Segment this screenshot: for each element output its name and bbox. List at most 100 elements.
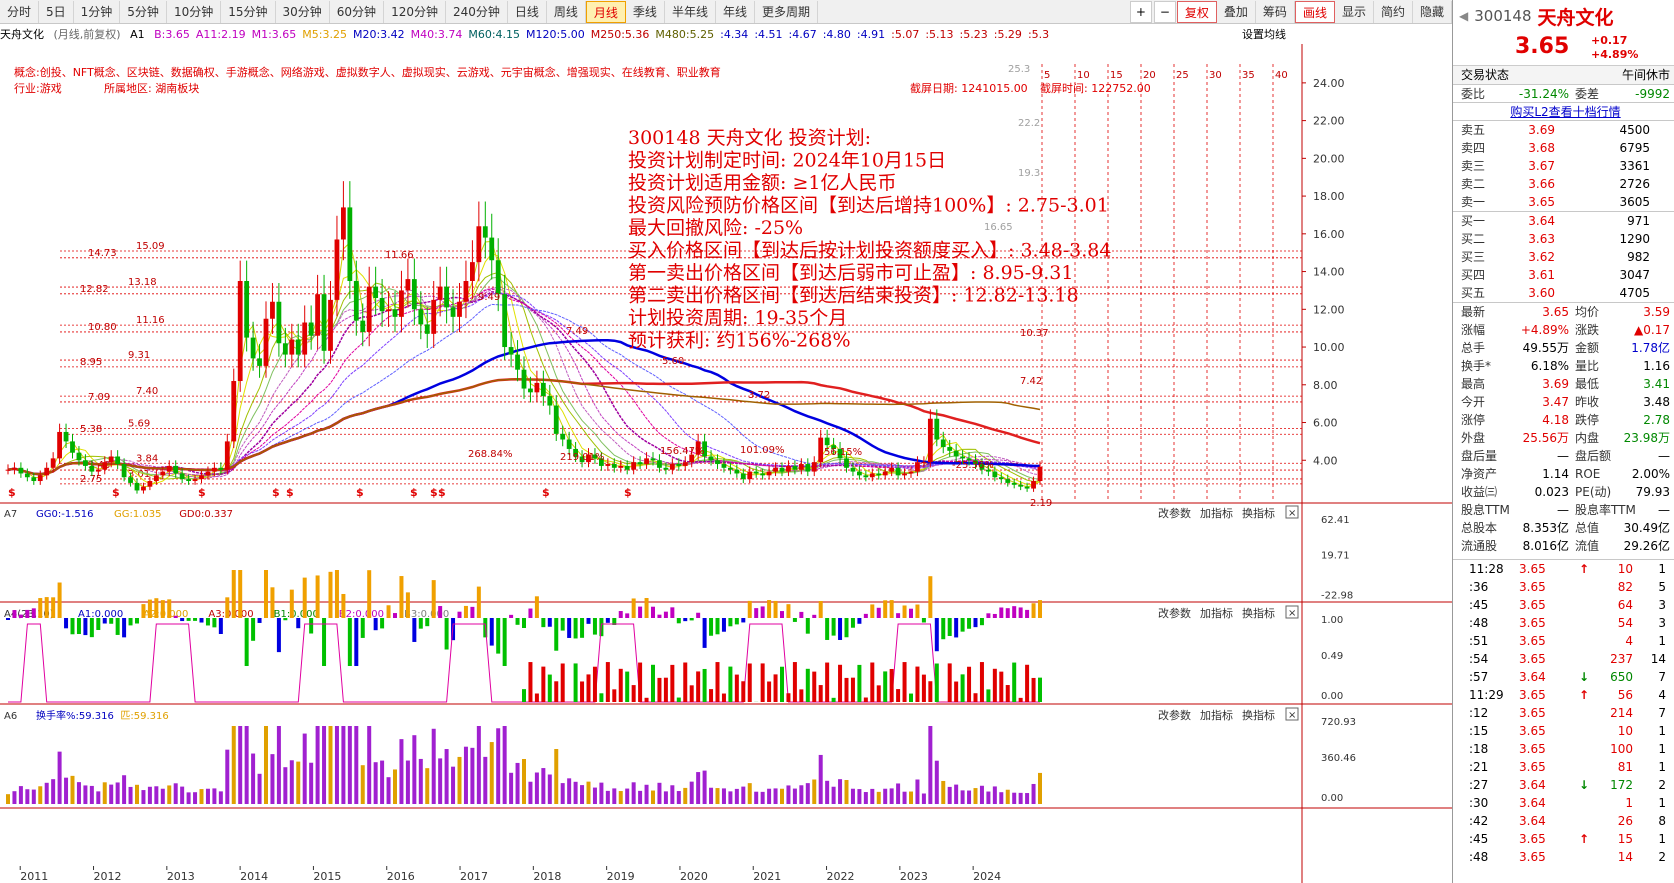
period-tab-15[interactable]: 年线 (716, 0, 755, 23)
candle-body (250, 337, 256, 359)
candle-body (1024, 486, 1030, 489)
subpanel-button: 加指标 (1200, 708, 1233, 722)
asks-label: 卖五 (1461, 123, 1486, 137)
tick-qty: 100 (1610, 742, 1633, 756)
a4-bar (850, 677, 855, 702)
tick-count: 4 (1658, 688, 1666, 702)
quote-panel: ◀ 300148 天舟文化 3.65 +0.17 +4.89% 交易状态 午间休… (1452, 0, 1674, 883)
a6-bar (1025, 793, 1030, 804)
period-tab-8[interactable]: 120分钟 (384, 0, 446, 23)
period-tab-0[interactable]: 分时 (0, 0, 40, 23)
a6-bar (870, 788, 875, 804)
fib-label: 30 (1209, 70, 1222, 81)
period-tab-5[interactable]: 15分钟 (221, 0, 276, 23)
period-tab-16[interactable]: 更多周期 (755, 0, 818, 23)
toolbar-btn-2[interactable]: 筹码 (1256, 0, 1295, 23)
plan-line: 最大回撤风险: -25% (628, 217, 803, 239)
price-line-label: 8.95 (80, 357, 102, 368)
period-tab-13[interactable]: 季线 (626, 0, 665, 23)
series-label: 匹:59.316 (120, 711, 168, 722)
a6-bar (696, 772, 701, 804)
period-tab-1[interactable]: 5日 (39, 0, 74, 23)
a6-bar (154, 786, 159, 804)
toolbar-btn-5[interactable]: 简约 (1374, 0, 1413, 23)
stat-value-2: — (1658, 449, 1670, 463)
period-tab-10[interactable]: 日线 (508, 0, 547, 23)
tick-time: :57 (1469, 670, 1489, 684)
candle-body (869, 473, 875, 478)
period-tab-4[interactable]: 10分钟 (167, 0, 222, 23)
candle-body (508, 347, 514, 355)
a6-bar (683, 787, 688, 804)
candle-body (147, 481, 153, 487)
toolbar-btn-6[interactable]: 隐藏 (1413, 0, 1452, 23)
a6-bar (586, 781, 591, 804)
zoom-out-icon[interactable]: − (1153, 0, 1176, 23)
a6-bar (96, 791, 101, 804)
candle-body (470, 262, 475, 281)
stat-row: 换手* 6.18% 量比 1.16 (1453, 357, 1674, 375)
a4-bar (896, 689, 901, 702)
candle-body (1031, 481, 1036, 489)
a6-bar (470, 747, 475, 804)
a7-bar (334, 570, 339, 618)
x-tick-label: 2017 (460, 870, 488, 883)
price-line-label: 3.84 (136, 453, 158, 464)
sub-y-tick: 0.00 (1321, 793, 1343, 804)
a4-bar (999, 671, 1004, 702)
a4-bar (928, 681, 933, 702)
a6-bar (405, 760, 410, 804)
a6-bar (38, 786, 43, 804)
period-tab-11[interactable]: 周线 (547, 0, 586, 23)
price-line-label: 12.82 (80, 284, 109, 295)
bids-row: 买四 3.61 3047 (1453, 266, 1674, 284)
bids-price: 3.62 (1528, 250, 1555, 264)
a7-bar (147, 599, 152, 618)
plan-line: 第一卖出价格区间【到达后弱市可止盈】: 8.95-9.31 (628, 262, 1073, 284)
chart-annotation: 3.72 (748, 390, 770, 401)
period-tab-14[interactable]: 半年线 (665, 0, 716, 23)
asks-row: 卖四 3.68 6795 (1453, 139, 1674, 157)
indicator-name[interactable]: A1 (130, 28, 145, 41)
ma-value: A11:2.19 (195, 28, 246, 41)
period-tab-2[interactable]: 1分钟 (74, 0, 121, 23)
y-tick-label: 8.00 (1313, 379, 1338, 392)
tick-price: 3.65 (1519, 742, 1546, 756)
bids-qty: 971 (1627, 214, 1650, 228)
period-tab-9[interactable]: 240分钟 (446, 0, 508, 23)
l2-link[interactable]: 购买L2查看十档行情 (1510, 103, 1620, 120)
stock-name: 天舟文化 (0, 28, 44, 41)
a6-bar (457, 756, 462, 804)
a7-bar (863, 613, 868, 618)
a6-bar (322, 726, 327, 804)
stat-row: 总股本 8.353亿 总值 30.49亿 (1453, 519, 1674, 537)
a6-bar (412, 735, 417, 804)
stat-value: +4.89% (1520, 323, 1569, 337)
bids-qty: 3047 (1619, 268, 1650, 282)
period-tab-7[interactable]: 60分钟 (330, 0, 385, 23)
a6-bar (805, 783, 810, 804)
toolbar-btn-4[interactable]: 显示 (1335, 0, 1374, 23)
a4-bar (967, 666, 972, 702)
zoom-in-icon[interactable]: + (1129, 0, 1152, 23)
period-tab-3[interactable]: 5分钟 (120, 0, 167, 23)
toolbar-btn-3[interactable]: 画线 (1294, 0, 1335, 23)
period-tab-6[interactable]: 30分钟 (276, 0, 330, 23)
candle-body (18, 467, 24, 474)
candle-body (386, 309, 391, 312)
toolbar-btn-1[interactable]: 叠加 (1217, 0, 1256, 23)
a4-bar (1012, 662, 1017, 702)
a6-bar (205, 788, 210, 804)
a6-bar (618, 791, 623, 804)
toolbar-btn-0[interactable]: 复权 (1176, 0, 1217, 23)
chevron-left-icon[interactable]: ◀ (1459, 9, 1468, 23)
chart-area[interactable]: 24.00 22.00 20.00 18.00 16.00 14.00 12.00 10.00… (0, 44, 1452, 883)
candle-body (682, 462, 688, 466)
a7-bar (522, 618, 526, 629)
tick-arrow: ↓ (1579, 670, 1590, 684)
candle-body (934, 418, 940, 440)
tick-price: 3.64 (1519, 670, 1546, 684)
period-tab-12[interactable]: 月线 (585, 0, 626, 23)
ma-setting-button[interactable]: 设置均线 (1242, 26, 1286, 42)
a4-bar (747, 663, 752, 702)
